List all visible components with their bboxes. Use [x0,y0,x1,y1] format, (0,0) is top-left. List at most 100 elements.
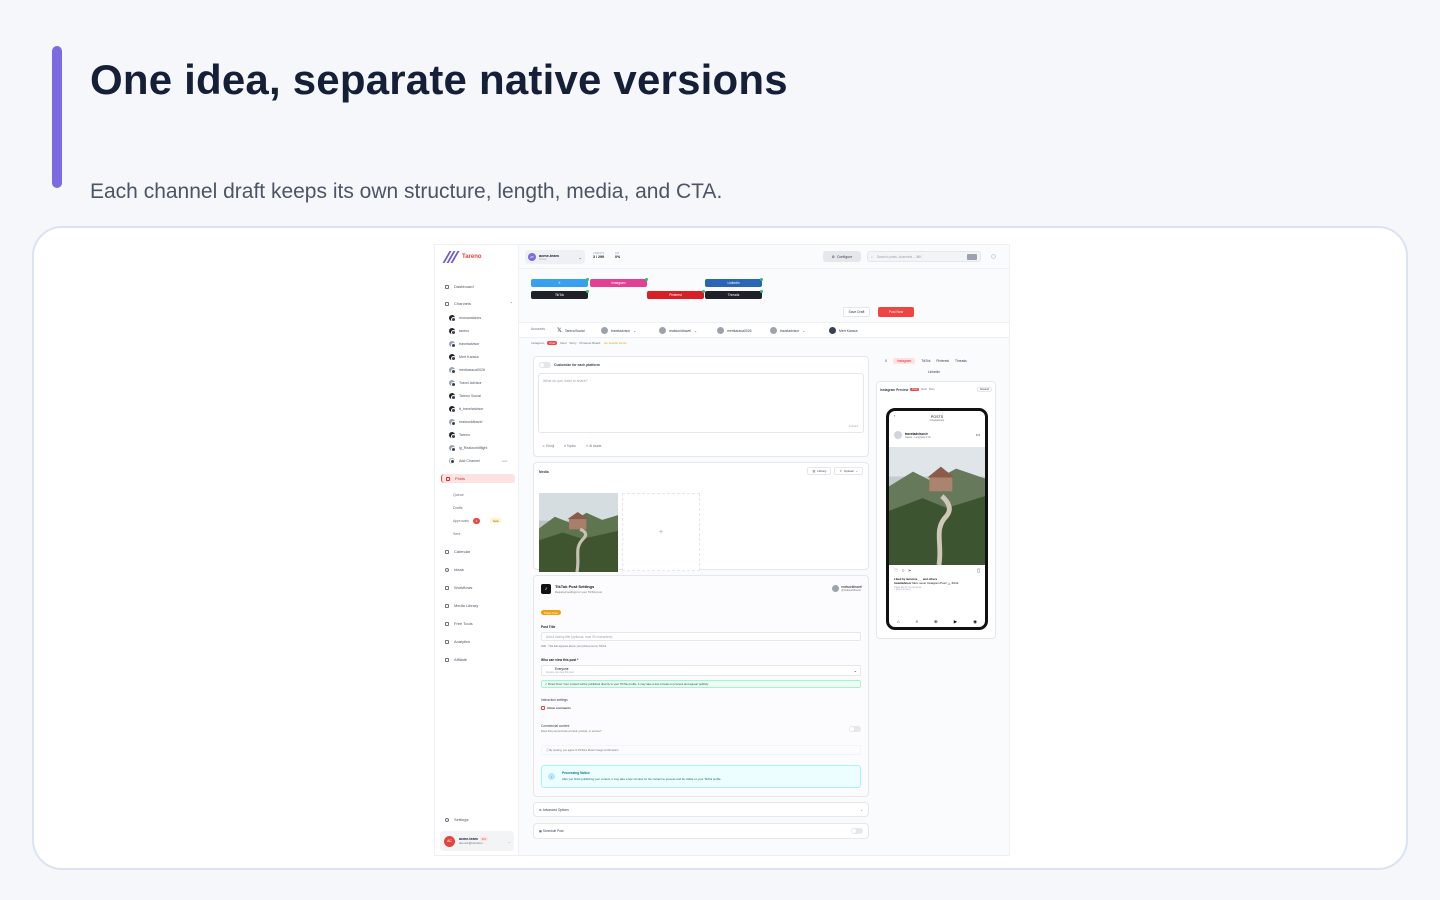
channel-item[interactable]: ig_Realworldflight [449,444,487,452]
sidebar-item-workflows[interactable]: Workflows [435,583,519,592]
add-channel-button[interactable]: Add Channel new [449,457,507,464]
channel-item[interactable]: mertkaraca0026 [449,366,485,374]
platform-chip-instagram[interactable]: Instagram [590,278,648,287]
heart-icon[interactable]: ♡ [894,568,898,574]
sidebar-item-analytics[interactable]: Analytics [435,637,519,646]
topics-button[interactable]: # Topics [564,444,576,448]
beta-badge: beta [489,518,502,523]
comment-icon[interactable]: ○ [901,568,904,574]
configure-button[interactable]: ⚙ Configure [823,251,861,262]
home-icon [445,284,449,289]
commercial-toggle[interactable] [849,726,861,732]
share-icon[interactable]: ➢ [908,568,912,574]
account-chip[interactable]: traveladvisor ⌄ [601,327,636,334]
media-thumbnail[interactable] [539,493,618,572]
user-menu[interactable]: AC acme-team Pro tareno1@hotmail.c... ⌄ [440,831,514,851]
library-button[interactable]: ▥ Library [807,467,832,475]
expand-button[interactable]: Expand [977,387,992,392]
platform-chip-tiktok[interactable]: TikTok [531,290,589,299]
platform-chip-threads[interactable]: Threads [705,290,763,299]
format-option-post[interactable]: Post [547,341,558,345]
back-icon[interactable]: ‹ [894,414,895,418]
channel-item[interactable]: Mert Karaca [449,353,479,361]
brand-name: Tareno [462,254,482,260]
account-chip[interactable]: Mert Karaca [829,327,857,334]
channel-item[interactable]: Tareno [449,431,470,439]
account-chip[interactable]: traveladvisor ⌄ [770,327,805,334]
tab-instagram[interactable]: Instagram [893,358,916,364]
tab-tiktok[interactable]: TikTok [921,359,930,363]
profile-icon[interactable]: ◉ [973,619,977,625]
sidebar-subitem-sent[interactable]: Sent [453,530,460,537]
format-option-story[interactable]: Story [570,341,577,345]
add-media-slot[interactable]: + [622,493,700,571]
reels-icon[interactable]: ▶ [954,619,957,625]
tab-x[interactable]: X [885,359,887,363]
channel-item[interactable]: Travel Advisor [449,379,482,387]
sidebar-item-label: Settings [454,817,469,822]
sidebar-subitem-queue[interactable]: Queue [453,491,464,498]
channel-item[interactable]: tareno [449,327,469,335]
sidebar-subitem-drafts[interactable]: Drafts [453,504,463,511]
account-name: TarenoSocial [564,328,585,333]
sidebar-item-channels[interactable]: Channels ⌃ [435,299,519,308]
platform-chip-pinterest[interactable]: Pinterest [647,290,705,299]
ai-assist-button[interactable]: ✦ AI Assist [586,444,602,448]
preview-mode-story[interactable]: Story [929,388,935,391]
channel-item[interactable]: monowatches [449,314,481,322]
upload-button[interactable]: ⇪ Upload ⌄ [834,467,863,475]
who-can-view-select[interactable]: Everyone Anyone can view this post ⌄ [541,665,861,676]
sidebar-item-dashboard[interactable]: Dashboard [435,282,519,291]
search-placeholder: Search posts, channels... ⌘K [877,254,922,259]
post-textarea[interactable]: What do you want to share? 0 chars [538,373,864,433]
team-switcher[interactable]: AT acme-team Owner ⌄ [525,250,585,264]
channel-item[interactable]: realworldtravel [449,418,482,426]
add-icon[interactable]: ⊕ [934,619,938,625]
post-now-button[interactable]: Post Now [878,307,914,317]
platform-chip-linkedin[interactable]: LinkedIn [705,278,763,287]
add-channel-hint: new [501,458,508,463]
tab-threads[interactable]: Threads [955,359,967,363]
save-draft-button[interactable]: Save Draft [843,307,870,317]
home-icon[interactable]: ⌂ [897,619,900,625]
allow-comments-checkbox[interactable] [541,706,545,710]
sidebar-item-ideas[interactable]: Ideas [435,565,519,574]
chip-label: Instagram [611,281,626,285]
sidebar-item-posts[interactable]: Posts [441,474,515,483]
schedule-toggle[interactable] [851,828,863,834]
channel-item[interactable]: Tareno Social [449,392,481,400]
sidebar-item-settings[interactable]: Settings [435,815,519,824]
channel-item[interactable]: traveladvisor [449,340,479,348]
search-icon[interactable]: ⌕ [916,619,919,625]
sidebar-item-media-library[interactable]: Media Library [435,601,519,610]
more-icon[interactable]: ••• [976,432,980,437]
bookmark-icon[interactable]: ▯ [977,568,980,574]
platform-chip-x[interactable]: X [531,278,589,287]
preview-mode-reel[interactable]: Reel [921,388,926,391]
channel-item[interactable]: tt_traveladvisor [449,405,483,413]
tab-linkedin[interactable]: LinkedIn [928,370,940,374]
emoji-button[interactable]: ☺ Emoji [542,444,554,448]
sidebar-item-calendar[interactable]: Calendar [435,547,519,556]
tab-pinterest[interactable]: Pinterest [936,359,949,363]
theme-toggle-icon[interactable] [991,254,996,259]
advanced-options-row[interactable]: ⚙ Advanced Options ⌄ [533,802,869,817]
sidebar-subitem-approvals[interactable]: Approvals 2 beta [453,517,502,524]
top-bar: AT acme-team Owner ⌄ CREDITS 3 / 299 API 0%… [519,245,1009,269]
sidebar-item-free-tools[interactable]: Free Tools [435,619,519,628]
customize-toggle-row: Customize for each platform [539,362,600,368]
account-chip[interactable]: mertkaraca0026 [717,327,752,334]
sidebar-item-affiliate[interactable]: Affiliate [435,655,519,664]
search-input[interactable]: ⌕ Search posts, channels... ⌘K [867,251,981,262]
chevron-down-icon: ⌄ [855,469,858,473]
schedule-post-label: Schedule Post [542,829,564,833]
customize-toggle[interactable] [539,362,551,368]
api-value: 0% [615,255,621,259]
account-chip[interactable]: realworldtravel ⌄ [659,327,697,334]
brand-logo[interactable]: Tareno [442,251,482,263]
format-option-reel[interactable]: Reel [560,341,566,345]
post-title-input[interactable]: Add a catchy title (optional, max 90 cha… [541,632,861,641]
chevron-down-icon: ⌄ [860,807,863,812]
account-chip[interactable]: 𝕏 TarenoSocial [557,327,584,334]
preview-mode-post[interactable]: Post [910,388,920,391]
